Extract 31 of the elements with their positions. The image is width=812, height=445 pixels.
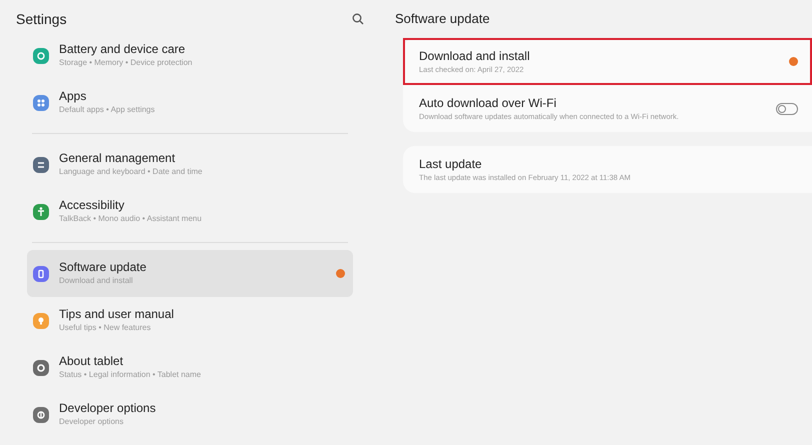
search-icon[interactable] (352, 13, 364, 25)
item-subtitle: Storage • Memory • Device protection (59, 57, 194, 69)
item-title: Developer options (59, 401, 157, 416)
item-subtitle: Download and install (59, 275, 134, 287)
settings-item[interactable]: Battery and device care Storage • Memory • Device protection (27, 32, 353, 79)
item-title: Software update (59, 260, 148, 275)
page-title: Software update (395, 10, 490, 28)
item-subtitle: Developer options (59, 416, 124, 428)
item-title: Battery and device care (59, 42, 186, 57)
item-subtitle: TalkBack • Mono audio • Assistant menu (59, 213, 203, 225)
settings-item[interactable]: Developer options Developer options (27, 391, 353, 438)
item-subtitle: Default apps • App settings (59, 104, 156, 116)
settings-item[interactable]: About tablet Status • Legal information • Tablet name (27, 344, 353, 391)
item-title: General management (59, 151, 176, 166)
settings-item[interactable]: General management Language and keyboard • Date and time (27, 141, 353, 188)
row-title: Last update (419, 156, 483, 172)
item-title: Accessibility (59, 198, 126, 213)
row-title: Auto download over Wi-Fi (419, 94, 558, 110)
item-title: Tips and user manual (59, 307, 175, 322)
settings-item[interactable]: Apps Default apps • App settings (27, 79, 353, 126)
settings-item[interactable]: Tips and user manual Useful tips • New features (27, 297, 353, 344)
row-title: Download and install (419, 48, 531, 64)
settings-item[interactable]: Software update Download and install (27, 250, 353, 297)
item-subtitle: Status • Legal information • Tablet name (59, 369, 202, 381)
item-title: Apps (59, 89, 88, 104)
item-title: About tablet (59, 354, 124, 369)
toggle-switch[interactable] (776, 102, 798, 114)
item-subtitle: Useful tips • New features (59, 322, 152, 334)
settings-item[interactable]: Accessibility TalkBack • Mono audio • Assistant menu (27, 188, 353, 235)
item-subtitle: Language and keyboard • Date and time (59, 166, 204, 178)
settings-title: Settings (16, 10, 67, 29)
